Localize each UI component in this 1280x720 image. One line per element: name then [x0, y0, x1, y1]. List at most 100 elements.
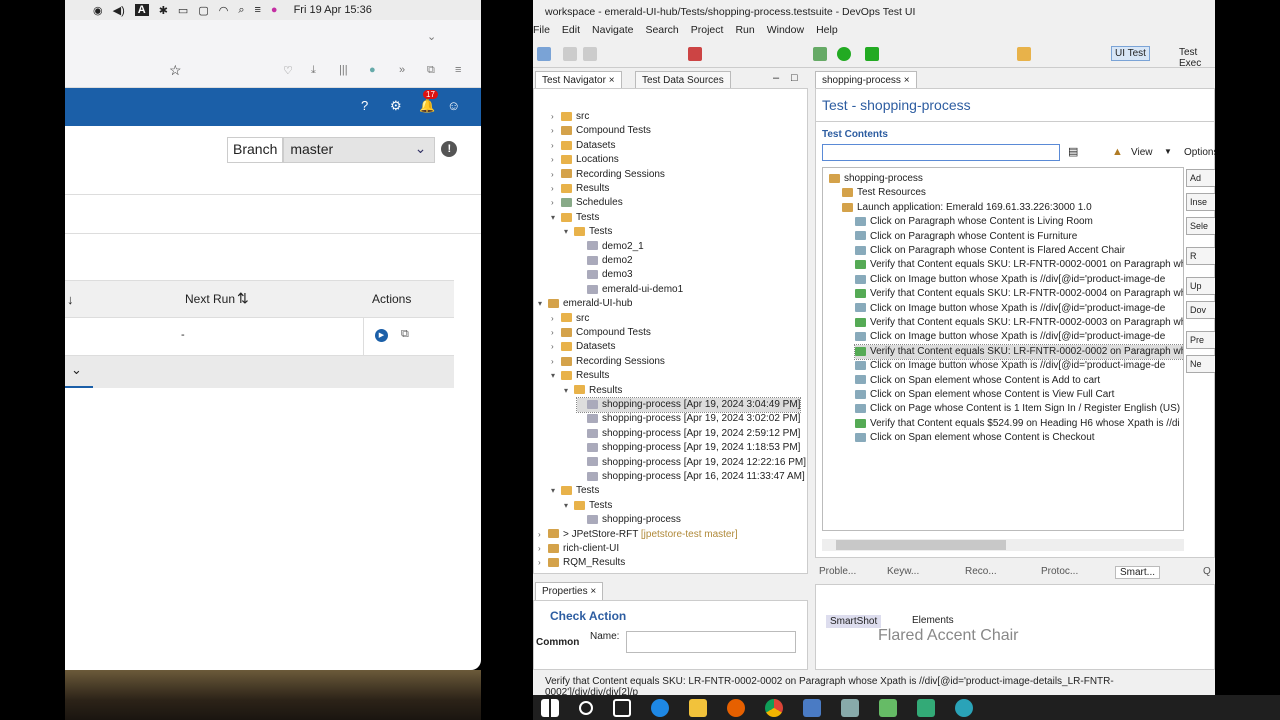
filter-input[interactable] — [822, 144, 1060, 161]
close-icon[interactable]: × — [590, 586, 596, 597]
remove-button[interactable]: R — [1186, 247, 1215, 265]
test-step[interactable]: Verify that Content equals SKU: LR-FNTR-… — [855, 287, 1183, 301]
profile-icon[interactable]: ● — [369, 64, 376, 76]
app-icon[interactable] — [879, 698, 897, 717]
siri-icon[interactable]: ● — [271, 4, 278, 16]
view-dropdown[interactable]: View — [1131, 147, 1153, 158]
gear-icon[interactable]: ⚙ — [390, 98, 402, 114]
tree-item[interactable]: › src — [551, 110, 589, 124]
chevron-right-icon[interactable]: › — [551, 326, 561, 340]
file-explorer-icon[interactable] — [689, 698, 707, 717]
chevron-right-icon[interactable]: › — [551, 182, 561, 196]
menu-edit[interactable]: Edit — [562, 24, 580, 42]
app-icon[interactable] — [841, 698, 859, 717]
col-next-run[interactable]: Next Run — [185, 292, 235, 306]
tree-item[interactable]: ▾ Tests — [564, 499, 612, 513]
test-step[interactable]: Verify that Content equals SKU: LR-FNTR-… — [855, 316, 1183, 330]
search-icon[interactable]: ⌕ — [238, 4, 244, 17]
chevron-right-icon[interactable]: › — [538, 542, 548, 556]
tree-item[interactable]: › Schedules — [551, 196, 623, 210]
volume-icon[interactable]: ◀) — [113, 4, 125, 17]
menu-window[interactable]: Window — [767, 24, 804, 42]
tree-item[interactable]: › Compound Tests — [551, 124, 651, 138]
firefox-icon[interactable] — [727, 698, 745, 717]
test-step[interactable]: Click on Image button whose Xpath is //d… — [855, 273, 1165, 287]
next-button[interactable]: Ne — [1186, 355, 1215, 373]
tree-item[interactable]: demo2_1 — [577, 240, 644, 254]
devops-test-icon[interactable] — [955, 698, 973, 717]
chevron-right-icon[interactable]: › — [551, 340, 561, 354]
edge-icon[interactable] — [651, 698, 669, 717]
run-icon[interactable] — [837, 47, 851, 61]
search-icon[interactable] — [579, 700, 593, 715]
app-icon[interactable] — [803, 698, 821, 717]
chevron-down-icon[interactable]: ▼ — [1164, 147, 1172, 156]
test-step[interactable]: Click on Span element whose Content is C… — [855, 431, 1095, 445]
print-icon[interactable] — [583, 47, 597, 61]
tree-item[interactable]: › RQM_Results — [538, 556, 625, 570]
tree-item[interactable]: › Datasets — [551, 340, 615, 354]
chevron-right-icon[interactable]: › — [551, 153, 561, 167]
windows-start-icon[interactable] — [541, 698, 559, 717]
pocket-icon[interactable]: ♡ — [283, 64, 293, 77]
tree-item[interactable]: shopping-process — [577, 513, 681, 527]
tree-item[interactable]: ▾ Results — [551, 369, 609, 383]
chevron-down-icon[interactable]: ⌄ — [427, 30, 436, 43]
tab-test-data-sources[interactable]: Test Data Sources — [635, 71, 731, 89]
tree-item[interactable]: › Datasets — [551, 139, 615, 153]
test-step[interactable]: Click on Image button whose Xpath is //d… — [855, 330, 1165, 344]
tree-item[interactable]: shopping-process [Apr 19, 2024 12:22:16 … — [577, 456, 806, 470]
tree-item[interactable]: shopping-process [Apr 19, 2024 3:04:49 P… — [575, 397, 802, 413]
download-icon[interactable]: ⤓ — [311, 64, 316, 77]
chevron-down-icon[interactable]: ▾ — [564, 225, 574, 239]
tab-q[interactable]: Q — [1203, 566, 1211, 577]
chevron-right-icon[interactable]: › — [551, 312, 561, 326]
battery-icon[interactable]: ▭ — [178, 4, 188, 17]
tree-item[interactable]: shopping-process [Apr 19, 2024 3:02:02 P… — [577, 412, 800, 426]
tree-item[interactable]: ▾ Tests — [551, 484, 599, 498]
test-step[interactable]: Click on Paragraph whose Content is Livi… — [855, 215, 1093, 229]
tab-protocol[interactable]: Protoc... — [1041, 566, 1078, 577]
chevron-down-icon[interactable]: ▾ — [551, 369, 561, 383]
task-view-icon[interactable] — [613, 698, 631, 717]
menu-icon[interactable]: ≡ — [455, 64, 461, 76]
tab-recording[interactable]: Reco... — [965, 566, 997, 577]
menu-help[interactable]: Help — [816, 24, 838, 42]
chevron-down-icon[interactable]: ▾ — [564, 499, 574, 513]
sort-icon[interactable]: ↓ — [67, 292, 74, 307]
chevron-right-icon[interactable]: › — [551, 110, 561, 124]
options-button[interactable]: Options — [1184, 147, 1215, 158]
test-step[interactable]: shopping-process — [829, 172, 923, 186]
tree-item[interactable]: › Compound Tests — [551, 326, 651, 340]
tree-item[interactable]: shopping-process [Apr 19, 2024 2:59:12 P… — [577, 427, 800, 441]
filter-icon[interactable]: ▤ — [1068, 145, 1078, 158]
menu-project[interactable]: Project — [691, 24, 724, 42]
tree-item[interactable]: demo2 — [577, 254, 633, 268]
library-icon[interactable]: ||| — [339, 64, 348, 76]
maximize-icon[interactable]: □ — [791, 72, 798, 84]
chevron-right-icon[interactable]: › — [538, 556, 548, 570]
tree-item[interactable]: › Recording Sessions — [551, 355, 665, 369]
chevron-right-icon[interactable]: › — [538, 528, 548, 542]
tree-item[interactable]: shopping-process [Apr 16, 2024 11:33:47 … — [577, 470, 805, 484]
test-step[interactable]: Verify that Content equals SKU: LR-FNTR-… — [853, 343, 1183, 360]
window-icon[interactable]: ▢ — [198, 4, 208, 17]
tree-item[interactable]: demo3 — [577, 268, 633, 282]
star-icon[interactable]: ☆ — [169, 62, 182, 79]
tree-item[interactable]: ▾ Results — [564, 384, 622, 398]
add-button[interactable]: Ad — [1186, 169, 1215, 187]
chevron-right-icon[interactable]: › — [551, 168, 561, 182]
control-icon[interactable]: ≡ — [255, 4, 261, 16]
tab-test-navigator[interactable]: Test Navigator × — [535, 71, 622, 89]
tree-item[interactable]: › Locations — [551, 153, 619, 167]
chevron-down-icon[interactable]: ▾ — [564, 384, 574, 398]
save-icon[interactable] — [563, 47, 577, 61]
chrome-icon[interactable] — [765, 698, 783, 717]
new-icon[interactable] — [537, 47, 551, 61]
test-step[interactable]: Click on Image button whose Xpath is //d… — [855, 359, 1165, 373]
name-field[interactable] — [626, 631, 796, 653]
branch-dropdown[interactable]: master ⌄ — [283, 137, 436, 163]
chevron-down-icon[interactable]: ▾ — [538, 297, 548, 311]
chevron-down-icon[interactable]: ▾ — [551, 484, 561, 498]
chevron-right-icon[interactable]: › — [551, 139, 561, 153]
